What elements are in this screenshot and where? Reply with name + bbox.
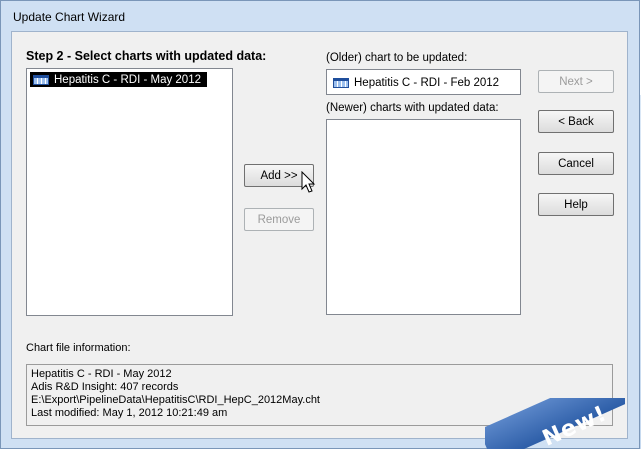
list-item-label: Hepatitis C - RDI - May 2012 [54, 73, 201, 86]
cancel-button[interactable]: Cancel [538, 152, 614, 175]
wizard-client-area: Step 2 - Select charts with updated data… [11, 31, 628, 439]
grid-icon [333, 77, 349, 88]
info-line: Hepatitis C - RDI - May 2012 [31, 368, 172, 380]
available-charts-list[interactable]: Hepatitis C - RDI - May 2012 [26, 68, 233, 316]
newer-charts-list[interactable] [326, 119, 521, 315]
help-button[interactable]: Help [538, 193, 614, 216]
older-chart-value: Hepatitis C - RDI - Feb 2012 [354, 76, 500, 89]
info-line: Last modified: May 1, 2012 10:21:49 am [31, 407, 228, 419]
older-chart-field[interactable]: Hepatitis C - RDI - Feb 2012 [326, 69, 521, 95]
newer-charts-label: (Newer) charts with updated data: [326, 102, 499, 114]
step-title: Step 2 - Select charts with updated data… [26, 49, 267, 63]
grid-icon [33, 74, 49, 85]
new-badge: New! [485, 398, 625, 449]
list-item[interactable]: Hepatitis C - RDI - May 2012 [30, 72, 207, 87]
older-chart-item[interactable]: Hepatitis C - RDI - Feb 2012 [330, 75, 499, 90]
next-button[interactable]: Next > [538, 70, 614, 93]
wizard-window: Update Chart Wizard Step 2 - Select char… [0, 0, 640, 449]
window-title: Update Chart Wizard [13, 10, 126, 24]
info-label: Chart file information: [26, 342, 131, 354]
back-button[interactable]: < Back [538, 110, 614, 133]
info-line: E:\Export\PipelineData\HepatitisC\RDI_He… [31, 394, 320, 406]
title-bar[interactable]: Update Chart Wizard [1, 1, 639, 31]
older-chart-label: (Older) chart to be updated: [326, 52, 468, 64]
cursor-icon [301, 171, 316, 193]
info-line: Adis R&D Insight: 407 records [31, 381, 179, 393]
remove-button[interactable]: Remove [244, 208, 314, 231]
